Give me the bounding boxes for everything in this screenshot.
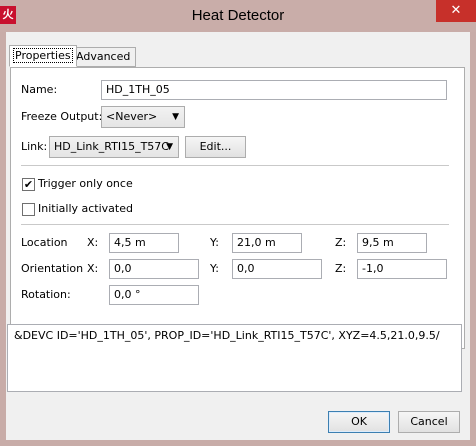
location-label: Location — [21, 236, 68, 249]
tab-properties-label: Properties — [13, 48, 73, 63]
tab-advanced-label: Advanced — [76, 50, 131, 63]
initially-activated-label: Initially activated — [38, 202, 133, 215]
cancel-button[interactable]: Cancel — [398, 411, 460, 433]
orientation-x-label: X: — [87, 262, 99, 275]
close-icon[interactable]: ✕ — [436, 0, 476, 22]
rotation-field[interactable]: 0,0 ° — [109, 285, 199, 305]
trigger-once-checkbox[interactable]: ✔ — [22, 178, 35, 191]
orientation-y-label: Y: — [210, 262, 219, 275]
tab-advanced[interactable]: Advanced — [70, 47, 137, 67]
orientation-y-field[interactable]: 0,0 — [232, 259, 322, 279]
chevron-down-icon: ▼ — [172, 112, 179, 122]
edit-button[interactable]: Edit... — [185, 136, 246, 158]
orientation-x-field[interactable]: 0,0 — [109, 259, 199, 279]
freeze-output-select[interactable]: <Never> ▼ — [101, 106, 185, 128]
title-bar[interactable]: 火 Heat Detector ✕ — [0, 0, 476, 32]
freeze-output-label: Freeze Output: — [21, 110, 103, 123]
initially-activated-checkbox[interactable] — [22, 203, 35, 216]
name-field[interactable]: HD_1TH_05 — [101, 80, 447, 100]
location-z-label: Z: — [335, 236, 347, 249]
properties-panel: Name: HD_1TH_05 Freeze Output: <Never> ▼… — [10, 67, 465, 349]
link-value: HD_Link_RTI15_T57C — [54, 140, 169, 153]
dialog-body: Properties Advanced Name: HD_1TH_05 Free… — [6, 32, 470, 440]
chevron-down-icon: ▼ — [166, 142, 173, 152]
rotation-label: Rotation: — [21, 288, 71, 301]
separator — [21, 224, 449, 225]
orientation-label: Orientation — [21, 262, 84, 275]
location-y-field[interactable]: 21,0 m — [232, 233, 302, 253]
location-x-label: X: — [87, 236, 99, 249]
name-label: Name: — [21, 83, 58, 96]
separator — [21, 165, 449, 166]
orientation-z-label: Z: — [335, 262, 347, 275]
link-select[interactable]: HD_Link_RTI15_T57C ▼ — [49, 136, 179, 158]
orientation-z-field[interactable]: -1,0 — [357, 259, 447, 279]
window-title: Heat Detector — [191, 7, 285, 24]
location-x-field[interactable]: 4,5 m — [109, 233, 179, 253]
tab-properties[interactable]: Properties — [9, 45, 77, 67]
trigger-once-label: Trigger only once — [38, 177, 133, 190]
ok-button[interactable]: OK — [328, 411, 390, 433]
freeze-output-value: <Never> — [106, 110, 158, 123]
location-z-field[interactable]: 9,5 m — [357, 233, 427, 253]
dialog-window: 火 Heat Detector ✕ Properties Advanced Na… — [0, 0, 476, 446]
location-y-label: Y: — [210, 236, 219, 249]
fds-output-textarea[interactable]: &DEVC ID='HD_1TH_05', PROP_ID='HD_Link_R… — [7, 324, 462, 392]
link-label: Link: — [21, 140, 48, 153]
